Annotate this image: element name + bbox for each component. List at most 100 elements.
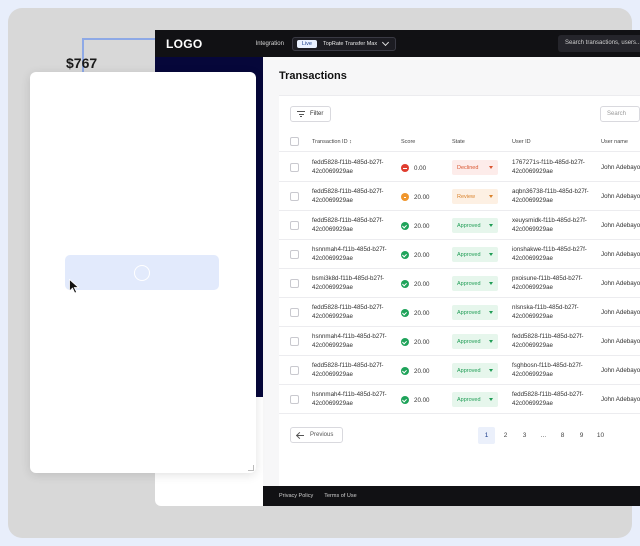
row-checkbox[interactable] (290, 221, 299, 230)
transaction-id: fedd5828-f11b-485d-b27f-42c0069929ae (312, 304, 384, 320)
table-row[interactable]: fedd5828-f11b-485d-b27f-42c0069929ae 20.0… (279, 298, 640, 327)
state-dropdown[interactable]: Review (452, 189, 498, 204)
caret-down-icon (489, 369, 493, 372)
caret-down-icon (489, 195, 493, 198)
row-checkbox[interactable] (290, 308, 299, 317)
main-content: Transactions Filter Search Transaction I… (263, 57, 640, 487)
state-dropdown[interactable]: Approved (452, 305, 498, 320)
table-row[interactable]: fedd5828-f11b-485d-b27f-42c0069929ae 0.00… (279, 153, 640, 182)
overlay-panel (30, 72, 256, 473)
transaction-id: hsnnmah4-f11b-485d-b27f-42c0069929ae (312, 333, 387, 349)
row-checkbox[interactable] (290, 163, 299, 172)
state-label: Approved (457, 251, 481, 258)
integration-label: Integration (255, 40, 284, 47)
check-circle-icon (401, 280, 409, 288)
state-dropdown[interactable]: Approved (452, 334, 498, 349)
table-row[interactable]: hsnnmah4-f11b-485d-b27f-42c0069929ae 20.0… (279, 327, 640, 356)
state-label: Approved (457, 338, 481, 345)
page-button[interactable]: 3 (516, 427, 533, 444)
caret-down-icon (489, 398, 493, 401)
state-dropdown[interactable]: Approved (452, 363, 498, 378)
caret-down-icon (489, 282, 493, 285)
page-button[interactable]: 1 (478, 427, 495, 444)
column-header-user-name: User name (601, 139, 628, 145)
filter-label: Filter (310, 111, 324, 117)
score: 20.00 (401, 396, 429, 404)
transaction-id: fedd5828-f11b-485d-b27f-42c0069929ae (312, 159, 384, 175)
chevron-down-icon (382, 38, 390, 46)
page-button[interactable]: 9 (573, 427, 590, 444)
table-row[interactable]: bsmi3k8d-f11b-485d-b27f-42c0069929ae 20.0… (279, 269, 640, 298)
connector-line (82, 38, 156, 40)
state-dropdown[interactable]: Declined (452, 160, 498, 175)
row-checkbox[interactable] (290, 395, 299, 404)
loading-button[interactable] (65, 255, 219, 290)
score: 0.00 (401, 164, 426, 172)
page-button[interactable]: 8 (554, 427, 571, 444)
transaction-id: fedd5828-f11b-485d-b27f-42c0069929ae (312, 188, 384, 204)
state-label: Approved (457, 280, 481, 287)
column-header-transaction-id[interactable]: Transaction ID ↕ (312, 139, 352, 145)
transaction-id: hsnnmah4-f11b-485d-b27f-42c0069929ae (312, 246, 387, 262)
user-name: John Adebayo (601, 367, 640, 374)
live-badge: Live (296, 39, 317, 48)
table-row[interactable]: hsnnmah4-f11b-485d-b27f-42c0069929ae 20.0… (279, 240, 640, 269)
table-row[interactable]: hsnnmah4-f11b-485d-b27f-42c0069929ae 20.0… (279, 385, 640, 414)
user-id: ionshakwe-f11b-485d-b27f-42c0069929ae (512, 246, 587, 262)
check-circle-icon (401, 367, 409, 375)
filter-icon (297, 111, 305, 117)
transaction-id: bsmi3k8d-f11b-485d-b27f-42c0069929ae (312, 275, 385, 291)
caret-down-icon (489, 311, 493, 314)
state-dropdown[interactable]: Approved (452, 247, 498, 262)
table-header: Transaction ID ↕ Score State User ID Use… (279, 132, 640, 152)
score: 20.00 (401, 367, 429, 375)
amount-label: $767 (66, 55, 98, 71)
pagination: 1 2 3... 8 9 10 (478, 427, 611, 444)
row-checkbox[interactable] (290, 250, 299, 259)
select-all-checkbox[interactable] (290, 137, 299, 146)
state-label: Review (457, 193, 476, 200)
table-row[interactable]: fedd5828-f11b-485d-b27f-42c0069929ae 20.0… (279, 211, 640, 240)
check-circle-icon (401, 338, 409, 346)
user-id: aqbn36738-f11b-485d-b27f-42c0069929ae (512, 188, 589, 204)
resize-handle-icon[interactable] (248, 465, 254, 471)
user-id: 1767271s-f11b-485d-b27f-42c0069929ae (512, 159, 585, 175)
environment-name: TopRate Transfer Max (323, 40, 378, 47)
user-id: fedd5828-f11b-485d-b27f-42c0069929ae (512, 333, 584, 349)
score-value: 20.00 (414, 338, 430, 346)
row-checkbox[interactable] (290, 279, 299, 288)
privacy-policy-link[interactable]: Privacy Policy (279, 493, 313, 499)
score-value: 20.00 (414, 222, 430, 230)
previous-page-button[interactable]: Previous (290, 427, 343, 443)
score: 20.00 (401, 338, 429, 346)
user-id: xeuysmidk-f11b-485d-b27f-42c0069929ae (512, 217, 587, 233)
score: 20.00 (401, 251, 429, 259)
state-dropdown[interactable]: Approved (452, 276, 498, 291)
global-search-input[interactable]: Search transactions, users... (558, 35, 640, 52)
caret-down-icon (489, 340, 493, 343)
row-checkbox[interactable] (290, 337, 299, 346)
user-name: John Adebayo (601, 280, 640, 287)
table-search-input[interactable]: Search (600, 106, 640, 122)
arrow-left-icon (297, 432, 305, 438)
state-label: Declined (457, 164, 479, 171)
page-button[interactable]: 10 (592, 427, 609, 444)
alert-circle-icon (401, 164, 409, 172)
user-name: John Adebayo (601, 338, 640, 345)
row-checkbox[interactable] (290, 192, 299, 201)
terms-of-use-link[interactable]: Terms of Use (324, 493, 356, 499)
score-value: 20.00 (414, 396, 430, 404)
environment-selector[interactable]: Live TopRate Transfer Max (291, 36, 397, 51)
state-dropdown[interactable]: Approved (452, 218, 498, 233)
row-checkbox[interactable] (290, 366, 299, 375)
filter-button[interactable]: Filter (290, 106, 331, 122)
page-button[interactable]: 2 (497, 427, 514, 444)
table-row[interactable]: fedd5828-f11b-485d-b27f-42c0069929ae 20.0… (279, 356, 640, 385)
column-header-state: State (452, 139, 465, 145)
state-dropdown[interactable]: Approved (452, 392, 498, 407)
user-id: pxoisune-f11b-485d-b27f-42c0069929ae (512, 275, 583, 291)
user-name: John Adebayo (601, 222, 640, 229)
table-row[interactable]: fedd5828-f11b-485d-b27f-42c0069929ae 20.0… (279, 182, 640, 211)
mouse-cursor-icon (69, 279, 80, 294)
score: 20.00 (401, 280, 429, 288)
